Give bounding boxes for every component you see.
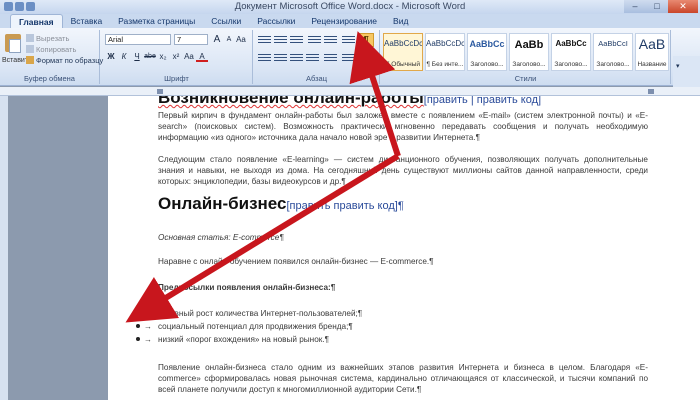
bullets-icon[interactable] — [258, 34, 271, 45]
multilevel-list-icon[interactable] — [290, 34, 303, 45]
paragraph-4: Появление онлайн-бизнеса стало одним из … — [158, 363, 648, 394]
increase-indent-icon[interactable] — [324, 34, 337, 45]
styles-group: AaBbCcDc ¶ Обычный AaBbCcDc ¶ Без инте..… — [381, 30, 671, 84]
tab-page-layout[interactable]: Разметка страницы — [110, 14, 203, 28]
italic-button[interactable]: К — [118, 51, 130, 62]
style-no-spacing[interactable]: AaBbCcDc ¶ Без инте... — [425, 33, 465, 71]
tab-arrow-icon: → — [144, 309, 152, 318]
paragraph-group: ¶ Абзац — [254, 30, 380, 84]
ribbon-tabs: Главная Вставка Разметка страницы Ссылки… — [0, 14, 700, 28]
tab-review[interactable]: Рецензирование — [303, 14, 385, 28]
font-group-label: Шрифт — [164, 74, 189, 83]
align-center-icon[interactable] — [274, 52, 287, 63]
scissors-icon — [26, 34, 34, 42]
font-name-select[interactable]: Arial — [105, 34, 171, 45]
style-heading-3[interactable]: AaBbCc Заголово... — [551, 33, 591, 71]
tab-insert[interactable]: Вставка — [63, 14, 111, 28]
list-item: → низкий «порог вхождения» на новый рыно… — [136, 334, 648, 345]
borders-icon[interactable] — [358, 52, 371, 63]
clipboard-group-label: Буфер обмена — [24, 74, 75, 83]
copy-button[interactable]: Копировать — [26, 45, 76, 54]
sort-icon[interactable] — [342, 34, 355, 45]
list-item: → социальный потенциал для продвижения б… — [136, 321, 648, 332]
style-title[interactable]: AaB Название — [635, 33, 669, 71]
ruler[interactable] — [0, 87, 700, 96]
paragraph-2: Следующим стало появление «E-learning» —… — [158, 155, 648, 186]
bullet-icon — [136, 311, 140, 315]
font-size-select[interactable]: 7 — [174, 34, 208, 45]
shading-icon[interactable] — [342, 52, 355, 63]
tab-mailings[interactable]: Рассылки — [249, 14, 303, 28]
tab-arrow-icon: → — [144, 322, 152, 331]
line-spacing-icon[interactable] — [324, 52, 337, 63]
paragraph-group-label: Абзац — [305, 74, 328, 83]
tab-view[interactable]: Вид — [385, 14, 416, 28]
right-indent-marker[interactable] — [648, 89, 654, 94]
minimize-button[interactable]: – — [624, 0, 646, 13]
window-title: Документ Microsoft Office Word.docx - Mi… — [234, 1, 466, 12]
document-page[interactable]: Возникновение онлайн-работы[править | пр… — [108, 96, 700, 400]
shrink-font-button[interactable]: A — [223, 34, 235, 45]
list-item: → активный рост количества Интернет-поль… — [136, 308, 648, 319]
font-color-button[interactable]: A — [196, 51, 208, 62]
underline-button[interactable]: Ч — [131, 51, 143, 62]
align-left-icon[interactable] — [258, 52, 271, 63]
indent-marker[interactable] — [157, 89, 163, 94]
show-formatting-marks-button[interactable]: ¶ — [358, 33, 374, 47]
font-group: Arial 7 A A Aa Ж К Ч abe x₂ x² Aa A Шриф… — [101, 30, 253, 84]
main-article: Основная статья: E-commerce¶ — [158, 233, 284, 242]
title-bar: Документ Microsoft Office Word.docx - Mi… — [0, 0, 700, 14]
clear-format-button[interactable]: Aa — [235, 34, 247, 45]
numbering-icon[interactable] — [274, 34, 287, 45]
close-button[interactable]: ✕ — [668, 0, 698, 13]
style-heading-2[interactable]: AaBb Заголово... — [509, 33, 549, 71]
justify-icon[interactable] — [306, 52, 319, 63]
styles-group-label: Стили — [514, 74, 537, 83]
style-normal[interactable]: AaBbCcDc ¶ Обычный — [383, 33, 423, 71]
bullet-icon — [136, 337, 140, 341]
tab-references[interactable]: Ссылки — [203, 14, 249, 28]
change-case-button[interactable]: Aa — [183, 51, 195, 62]
style-heading-4[interactable]: AaBbCcI Заголово... — [593, 33, 633, 71]
cut-button[interactable]: Вырезать — [26, 34, 69, 43]
paste-button[interactable]: Вставить — [2, 32, 32, 68]
tab-home[interactable]: Главная — [10, 14, 63, 28]
bullet-icon — [136, 324, 140, 328]
grow-font-button[interactable]: A — [211, 34, 223, 45]
prerequisites-heading: Предпосылки появления онлайн-бизнеса:¶ — [158, 283, 336, 292]
paragraph-1: Первый кирпич в фундамент онлайн-работы … — [158, 111, 648, 142]
align-right-icon[interactable] — [290, 52, 303, 63]
ribbon: Вставить Вырезать Копировать Формат по о… — [0, 28, 700, 114]
format-painter-button[interactable]: Формат по образцу — [26, 56, 103, 65]
heading-online-business: Онлайн-бизнес[править править код]¶ — [158, 194, 404, 213]
maximize-button[interactable]: □ — [646, 0, 668, 13]
tab-arrow-icon: → — [144, 335, 152, 344]
superscript-button[interactable]: x² — [170, 51, 182, 62]
brush-icon — [26, 56, 34, 64]
heading-origin: Возникновение онлайн-работы[править | пр… — [158, 96, 542, 107]
subscript-button[interactable]: x₂ — [157, 51, 169, 62]
copy-icon — [26, 45, 34, 53]
clipboard-group: Вставить Вырезать Копировать Формат по о… — [0, 30, 103, 84]
decrease-indent-icon[interactable] — [308, 34, 321, 45]
bold-button[interactable]: Ж — [105, 51, 117, 62]
paragraph-3: Наравне с онлайн-обучением появился онла… — [158, 257, 434, 266]
strike-button[interactable]: abe — [144, 51, 156, 62]
chevron-down-icon[interactable]: ▾ — [676, 62, 700, 70]
style-heading-1[interactable]: AaBbCc Заголово... — [467, 33, 507, 71]
left-ruler — [0, 96, 8, 400]
